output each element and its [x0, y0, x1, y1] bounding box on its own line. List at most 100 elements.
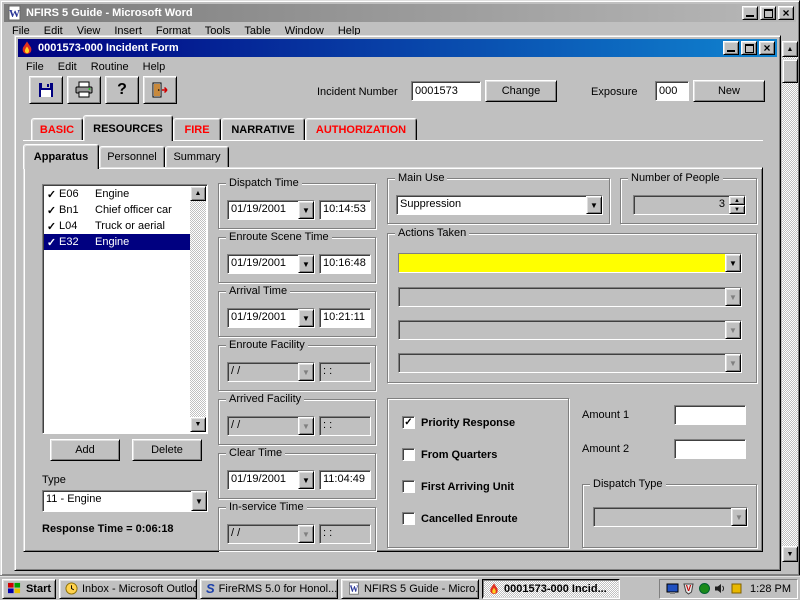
list-item[interactable]: ✓ Bn1 Chief officer car — [44, 202, 190, 218]
dropdown-arrow-icon[interactable]: ▼ — [298, 309, 314, 327]
dropdown-arrow-icon[interactable]: ▼ — [298, 471, 314, 489]
add-button[interactable]: Add — [50, 439, 120, 461]
group-main-use: Main Use Suppression ▼ — [387, 178, 610, 224]
flame-icon — [488, 583, 500, 595]
checkbox-cancelled-enroute[interactable]: Cancelled Enroute — [402, 512, 518, 525]
menu-item[interactable]: Help — [136, 59, 173, 75]
main-use-combobox[interactable]: Suppression ▼ — [396, 195, 603, 215]
tab-apparatus[interactable]: Apparatus — [23, 144, 99, 169]
people-spinner[interactable]: 3 ▲ ▼ — [633, 195, 746, 215]
checkbox-priority-response[interactable]: ✓ Priority Response — [402, 416, 515, 429]
taskbar-task-word[interactable]: W NFIRS 5 Guide - Micro... — [341, 579, 479, 599]
print-button[interactable] — [67, 76, 101, 104]
dropdown-arrow-icon: ▼ — [298, 417, 314, 435]
menu-item[interactable]: Routine — [84, 59, 136, 75]
help-button[interactable]: ? — [105, 76, 139, 104]
tray-antivirus-icon[interactable]: V — [682, 582, 695, 595]
response-time-text: Response Time = 0:06:18 — [42, 523, 174, 535]
checkbox-first-arriving-unit[interactable]: First Arriving Unit — [402, 480, 514, 493]
taskbar-task-incident-form[interactable]: 0001573-000 Incid... — [482, 579, 620, 599]
word-minimize-button[interactable] — [742, 6, 758, 20]
dropdown-arrow-icon[interactable]: ▼ — [298, 201, 314, 219]
save-button[interactable] — [29, 76, 63, 104]
word-close-button[interactable]: × — [778, 6, 794, 20]
dialog-close-button[interactable]: × — [759, 41, 775, 55]
incident-number-input[interactable] — [411, 81, 481, 101]
exit-button[interactable] — [143, 76, 177, 104]
apparatus-panel: ✓ E06 Engine ✓ Bn1 Chief officer car ✓ L… — [23, 167, 763, 552]
tray-status-icon[interactable] — [698, 582, 711, 595]
spin-up-icon[interactable]: ▲ — [729, 196, 745, 205]
spin-down-icon[interactable]: ▼ — [729, 205, 745, 214]
arrival-date-input[interactable]: 01/19/2001 ▼ — [227, 308, 315, 328]
actions-taken-combobox-1[interactable]: ▼ — [398, 253, 742, 273]
exposure-label: Exposure — [591, 86, 637, 98]
amount1-input[interactable] — [674, 405, 746, 425]
tab-narrative[interactable]: NARRATIVE — [221, 118, 305, 140]
tab-resources[interactable]: RESOURCES — [83, 115, 173, 141]
taskbar-task-firerms[interactable]: S FireRMS 5.0 for Honol... — [200, 579, 338, 599]
list-item[interactable]: ✓ L04 Truck or aerial — [44, 218, 190, 234]
checkbox-icon[interactable]: ✓ — [402, 416, 415, 429]
scroll-down-icon[interactable]: ▼ — [782, 546, 798, 562]
checkbox-icon[interactable] — [402, 512, 415, 525]
scroll-up-icon[interactable]: ▲ — [782, 41, 798, 57]
arrived-facility-time-input: : : — [319, 416, 371, 436]
start-button[interactable]: Start — [2, 579, 56, 599]
taskbar-task-outlook[interactable]: Inbox - Microsoft Outlook — [59, 579, 197, 599]
word-maximize-button[interactable] — [760, 6, 776, 20]
tab-fire[interactable]: FIRE — [173, 118, 221, 140]
dialog-minimize-button[interactable] — [723, 41, 739, 55]
amount2-input[interactable] — [674, 439, 746, 459]
tray-display-icon[interactable] — [666, 582, 679, 595]
menu-item[interactable]: File — [19, 59, 51, 75]
group-actions-taken: Actions Taken ▼ ▼ ▼ ▼ — [387, 233, 757, 383]
list-item-selected[interactable]: ✓ E32 Engine — [44, 234, 190, 250]
dispatch-time-input[interactable]: 10:14:53 — [319, 200, 371, 220]
dropdown-arrow-icon[interactable]: ▼ — [725, 254, 741, 272]
tab-basic[interactable]: BASIC — [31, 118, 83, 140]
scroll-down-icon[interactable]: ▼ — [190, 417, 206, 432]
dropdown-arrow-icon[interactable]: ▼ — [298, 255, 314, 273]
enroute-scene-date-input[interactable]: 01/19/2001 ▼ — [227, 254, 315, 274]
type-combobox[interactable]: 11 - Engine ▼ — [42, 490, 208, 512]
change-button[interactable]: Change — [485, 80, 557, 102]
actions-taken-combobox-4: ▼ — [398, 353, 742, 373]
tab-summary[interactable]: Summary — [165, 146, 229, 167]
checkbox-icon[interactable] — [402, 448, 415, 461]
checkbox-from-quarters[interactable]: From Quarters — [402, 448, 497, 461]
dialog-menubar: File Edit Routine Help — [19, 58, 776, 76]
clear-date-input[interactable]: 01/19/2001 ▼ — [227, 470, 315, 490]
enroute-scene-time-input[interactable]: 10:16:48 — [319, 254, 371, 274]
scroll-up-icon[interactable]: ▲ — [190, 186, 206, 201]
dialog-maximize-button[interactable] — [741, 41, 757, 55]
group-arrived-facility: Arrived Facility / / ▼ : : — [218, 399, 376, 445]
enroute-facility-date-input: / / ▼ — [227, 362, 315, 382]
scrollbar-thumb[interactable] — [782, 59, 798, 83]
menu-item[interactable]: Edit — [51, 59, 84, 75]
svg-text:W: W — [349, 584, 358, 594]
in-service-date-input: / / ▼ — [227, 524, 315, 544]
exposure-input[interactable] — [655, 81, 689, 101]
incident-form-dialog: 0001573-000 Incident Form × File Edit Ro… — [14, 35, 781, 571]
tab-personnel[interactable]: Personnel — [99, 146, 165, 167]
list-item[interactable]: ✓ E06 Engine — [44, 186, 190, 202]
tray-scheduler-icon[interactable] — [730, 582, 743, 595]
word-vertical-scrollbar[interactable]: ▲ ▼ — [782, 41, 798, 562]
delete-button[interactable]: Delete — [132, 439, 202, 461]
dropdown-arrow-icon[interactable]: ▼ — [586, 196, 602, 214]
word-app-icon: W — [6, 5, 22, 21]
svg-text:V: V — [686, 584, 692, 593]
amount2-label: Amount 2 — [582, 443, 629, 455]
tab-authorization[interactable]: AUTHORIZATION — [305, 118, 417, 140]
dispatch-date-input[interactable]: 01/19/2001 ▼ — [227, 200, 315, 220]
new-button[interactable]: New — [693, 80, 765, 102]
list-scrollbar[interactable]: ▲ ▼ — [190, 186, 206, 432]
clear-time-input[interactable]: 11:04:49 — [319, 470, 371, 490]
dropdown-arrow-icon[interactable]: ▼ — [191, 491, 207, 511]
checkbox-icon[interactable] — [402, 480, 415, 493]
arrival-time-input[interactable]: 10:21:11 — [319, 308, 371, 328]
volume-icon[interactable] — [714, 582, 727, 595]
check-icon: ✓ — [44, 236, 59, 249]
outlook-clock-icon — [65, 582, 78, 595]
